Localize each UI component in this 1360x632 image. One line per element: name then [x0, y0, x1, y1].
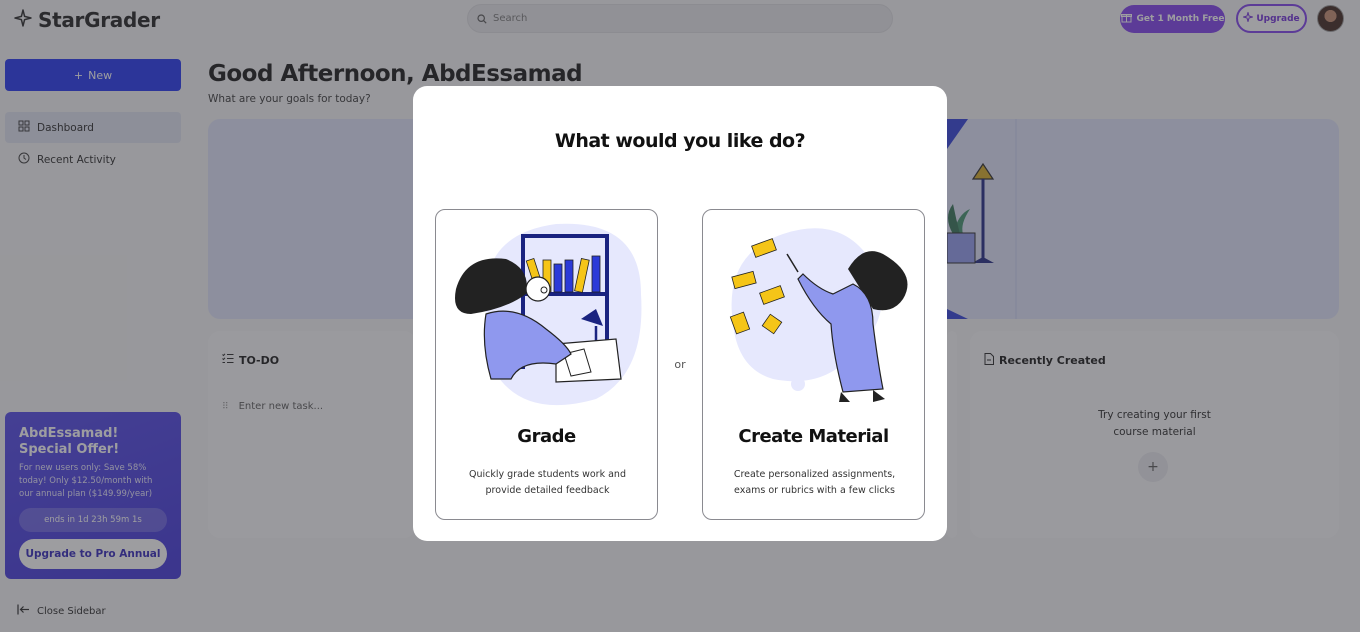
or-separator: or [674, 358, 686, 371]
modal-title: What would you like do? [554, 130, 806, 152]
grade-description: Quickly grade students work and provide … [469, 469, 626, 496]
create-material-illustration [729, 228, 908, 402]
grade-illustration [455, 223, 642, 406]
choice-modal: What would you like do? Grade Quickly gr… [413, 86, 947, 541]
create-material-option-card[interactable]: Create Material Create personalized assi… [702, 209, 925, 520]
grade-title: Grade [517, 426, 576, 447]
create-material-description: Create personalized assignments, exams o… [733, 469, 896, 496]
create-material-title: Create Material [738, 426, 889, 447]
grade-option-card[interactable]: Grade Quickly grade students work and pr… [435, 209, 658, 520]
